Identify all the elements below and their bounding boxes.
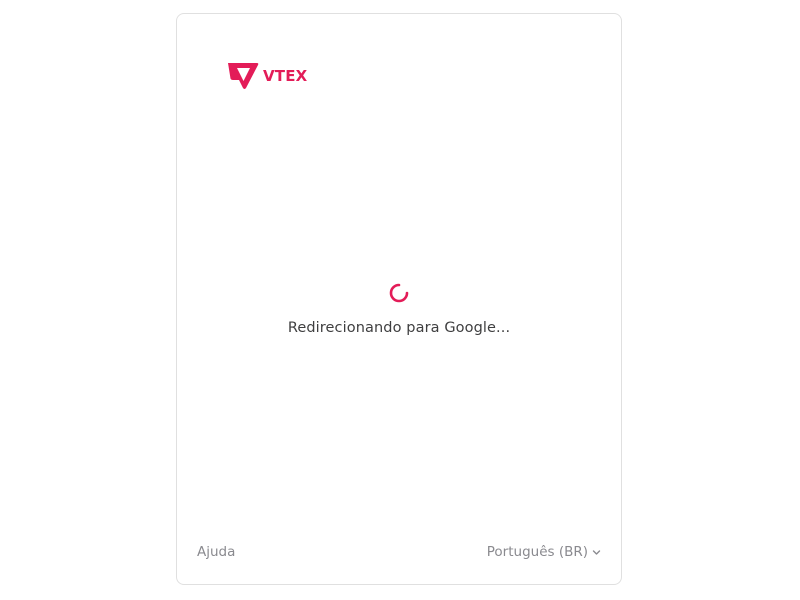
- status-message: Redirecionando para Google...: [287, 320, 511, 336]
- vtex-logo-icon: [228, 63, 259, 89]
- vtex-logo: VTEX: [226, 62, 307, 90]
- login-card: VTEX Redirecionando para Google... Ajuda…: [176, 13, 622, 585]
- loading-spinner-icon: [389, 283, 409, 303]
- brand-name: VTEX: [263, 67, 308, 85]
- language-label: Português (BR): [486, 544, 588, 560]
- chevron-down-icon: [592, 549, 601, 555]
- card-footer: Ajuda Português (BR): [197, 544, 601, 560]
- language-selector[interactable]: Português (BR): [487, 544, 601, 560]
- help-link[interactable]: Ajuda: [197, 544, 235, 560]
- redirect-status: Redirecionando para Google...: [177, 282, 621, 336]
